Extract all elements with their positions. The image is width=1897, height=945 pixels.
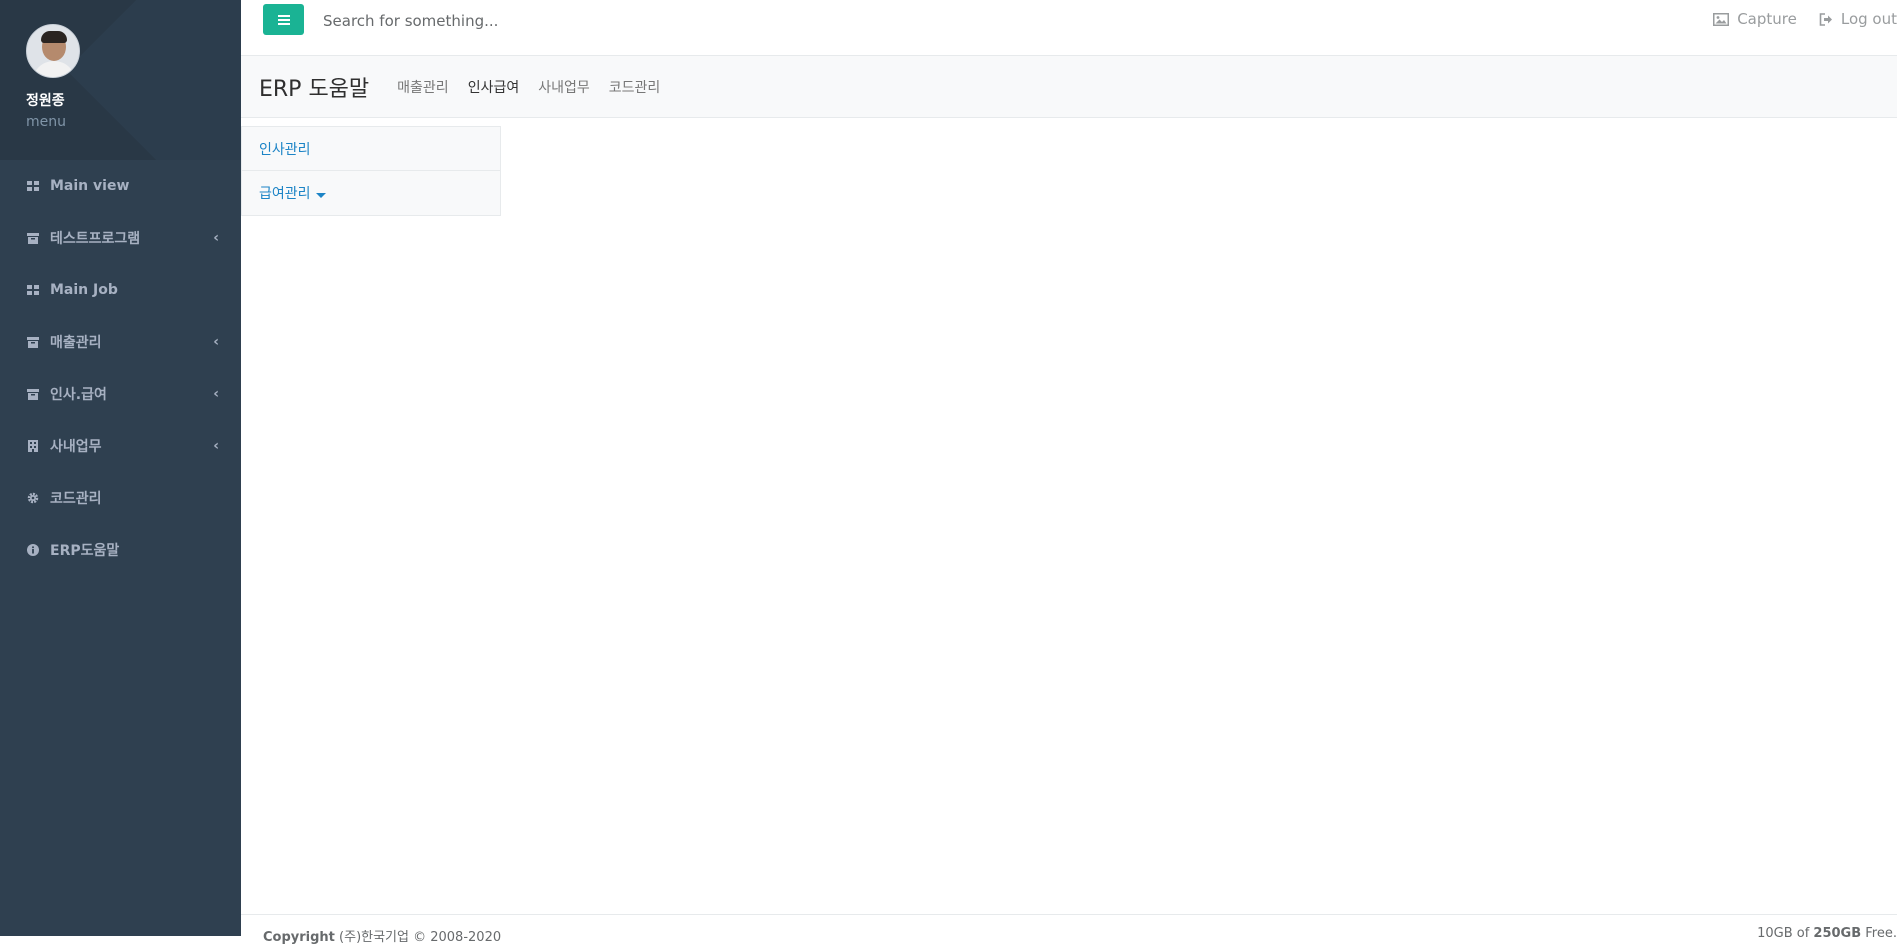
- page-title: ERP 도움말: [259, 76, 370, 102]
- logout-link[interactable]: Log out: [1819, 10, 1897, 28]
- sign-out-icon: [1819, 12, 1832, 26]
- copyright-label: Copyright: [263, 930, 335, 945]
- chevron-left-icon: ‹: [213, 334, 219, 350]
- help-menu-panel: 인사관리 급여관리: [241, 126, 501, 216]
- profile-subtitle: menu: [26, 114, 66, 130]
- capture-label: Capture: [1737, 10, 1797, 28]
- sidebar-item-label: 코드관리: [50, 491, 102, 507]
- sidebar-item-sales[interactable]: 매출관리 ‹: [0, 316, 241, 368]
- storage-suffix: Free.: [1861, 926, 1897, 941]
- chevron-left-icon: ‹: [213, 230, 219, 246]
- footer-storage: 10GB of 250GB Free.: [1757, 926, 1897, 941]
- profile-name[interactable]: 정원종: [26, 90, 241, 110]
- page-heading: ERP 도움말 매출관리 인사급여 사내업무 코드관리: [241, 56, 1897, 118]
- sidebar-item-internal-work[interactable]: 사내업무 ‹: [0, 420, 241, 472]
- image-icon: [1713, 12, 1730, 26]
- tab-hr-payroll[interactable]: 인사급여: [468, 77, 520, 97]
- sidebar-item-test-program[interactable]: 테스트프로그램 ‹: [0, 212, 241, 264]
- sidebar-item-label: 인사.급여: [50, 387, 107, 403]
- sidebar-item-label: ERP도움말: [50, 543, 120, 559]
- footer: Copyright (주)한국기업 © 2008-2020 10GB of 25…: [241, 914, 1897, 945]
- hamburger-icon: [277, 10, 290, 29]
- caret-down-icon: [315, 192, 326, 198]
- copyright-text: (주)한국기업 © 2008-2020: [334, 930, 502, 945]
- sidebar-item-main-view[interactable]: Main view: [0, 160, 241, 212]
- chevron-left-icon: ‹: [213, 386, 219, 402]
- top-navbar: Capture Log out: [241, 0, 1897, 56]
- tab-internal-work[interactable]: 사내업무: [538, 77, 590, 97]
- sidebar-nav: Main view 테스트프로그램 ‹ Main Job 매출관리 ‹ 인사.급…: [0, 160, 241, 576]
- sidebar-item-label: Main view: [50, 178, 130, 194]
- panel-item-label: 인사관리: [259, 141, 311, 158]
- archive-icon: [26, 232, 40, 244]
- tab-sales[interactable]: 매출관리: [397, 77, 449, 97]
- gear-icon: [26, 492, 40, 504]
- sidebar-item-label: 사내업무: [50, 439, 102, 455]
- tab-code-management[interactable]: 코드관리: [609, 77, 661, 97]
- sidebar-item-code-management[interactable]: 코드관리: [0, 472, 241, 524]
- storage-used: 10GB of: [1757, 926, 1814, 941]
- chevron-left-icon: ‹: [213, 438, 219, 454]
- building-icon: [26, 440, 40, 452]
- menu-toggle-button[interactable]: [263, 4, 304, 35]
- sidebar-item-label: 테스트프로그램: [50, 231, 141, 247]
- profile-header: 정원종 menu: [0, 0, 241, 160]
- storage-total: 250GB: [1813, 926, 1862, 941]
- sidebar-item-label: Main Job: [50, 282, 118, 298]
- capture-link[interactable]: Capture: [1713, 10, 1797, 28]
- panel-item-label: 급여관리: [259, 186, 311, 202]
- archive-icon: [26, 388, 40, 400]
- sidebar: 정원종 menu Main view 테스트프로그램 ‹ Main Job 매출…: [0, 0, 241, 936]
- logout-label: Log out: [1840, 10, 1897, 28]
- sidebar-item-main-job[interactable]: Main Job: [0, 264, 241, 316]
- header-decoration: [66, 0, 241, 160]
- info-icon: [26, 544, 40, 556]
- grid-icon: [26, 284, 40, 296]
- panel-item-hr-management[interactable]: 인사관리: [242, 127, 500, 171]
- avatar[interactable]: [26, 24, 80, 78]
- sidebar-item-erp-help[interactable]: ERP도움말: [0, 524, 241, 576]
- search-input[interactable]: [321, 6, 821, 36]
- grid-icon: [26, 180, 40, 192]
- archive-icon: [26, 336, 40, 348]
- sidebar-item-hr-payroll[interactable]: 인사.급여 ‹: [0, 368, 241, 420]
- panel-item-payroll-management[interactable]: 급여관리: [242, 171, 500, 215]
- top-right-links: Capture Log out: [1691, 10, 1897, 28]
- sidebar-item-label: 매출관리: [50, 335, 102, 351]
